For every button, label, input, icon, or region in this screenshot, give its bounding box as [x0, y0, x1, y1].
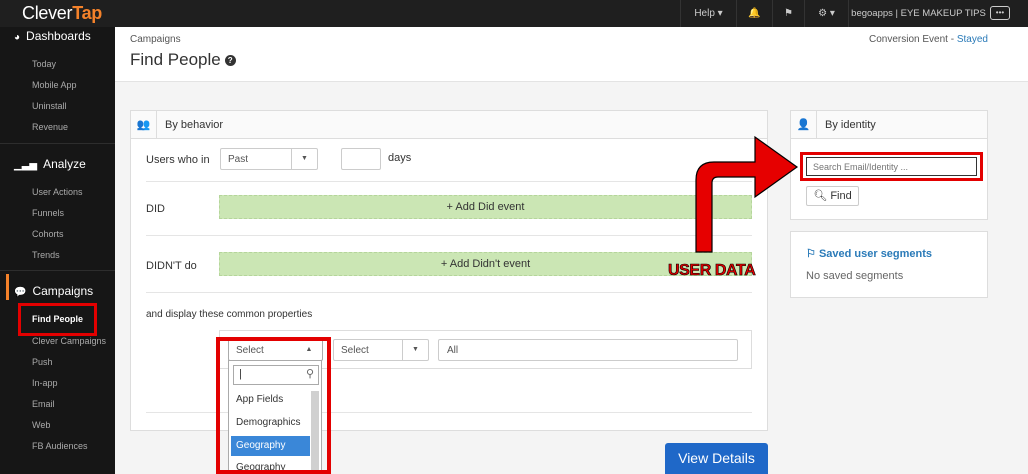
annotation-arrow: [695, 135, 799, 253]
user-data-annotation: USER DATA: [668, 262, 756, 280]
